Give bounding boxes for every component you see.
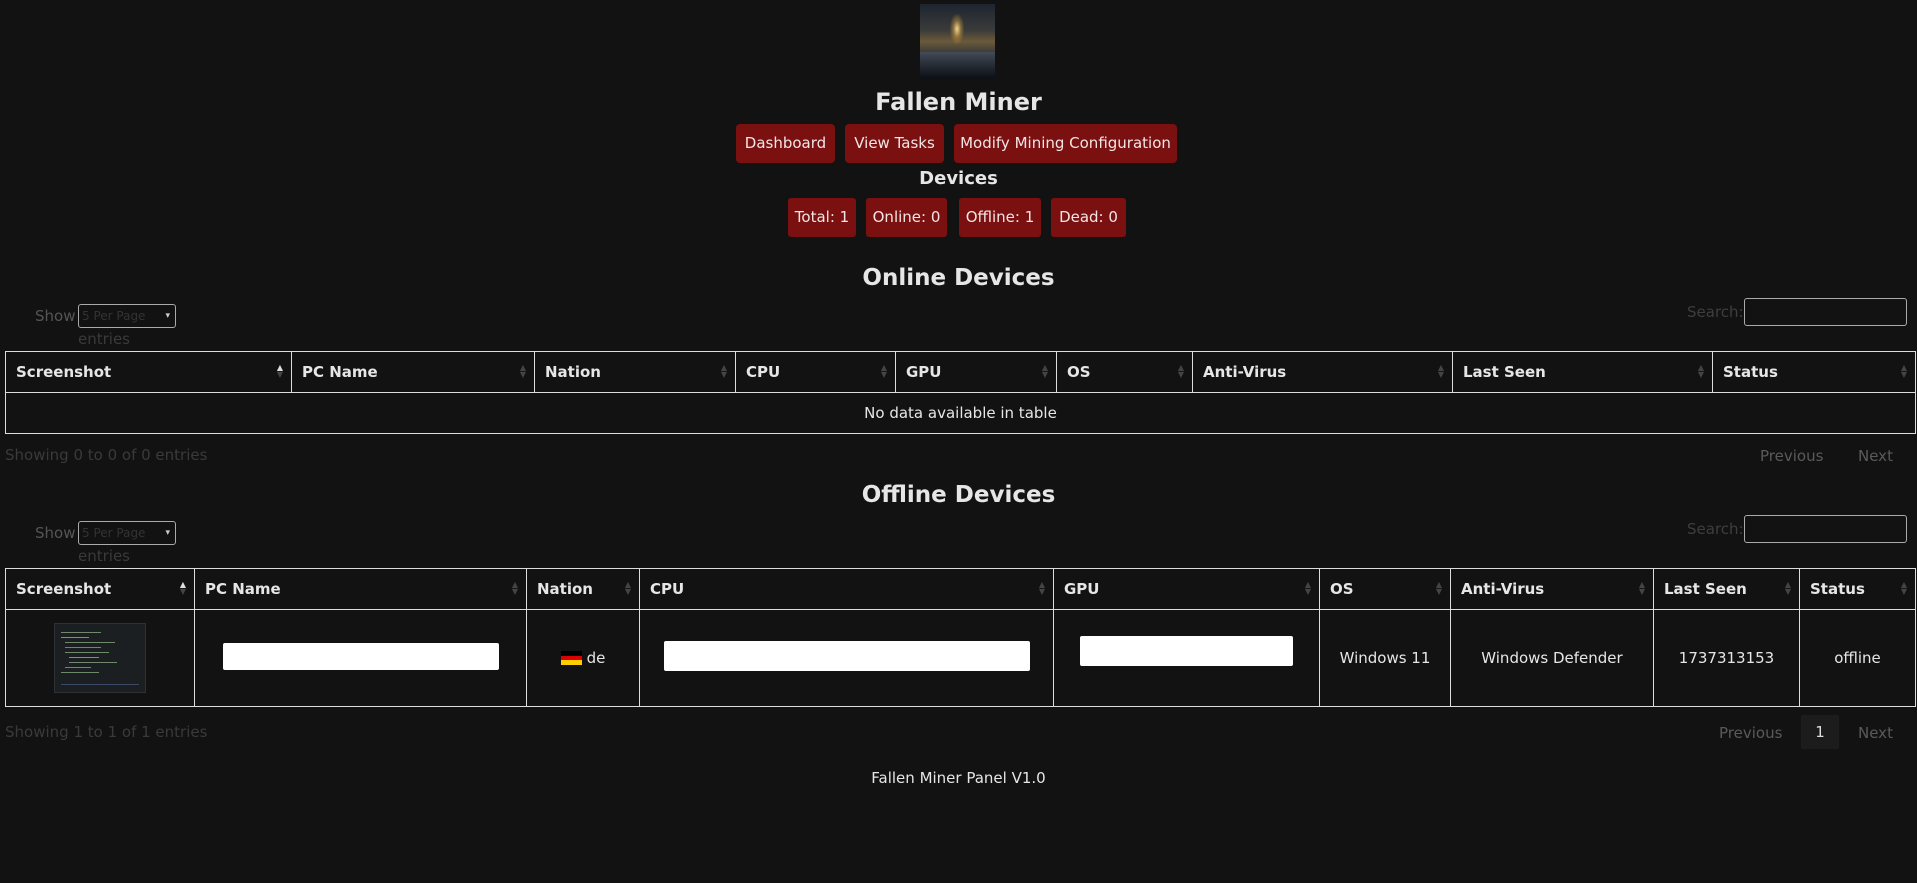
screenshot-thumbnail[interactable] xyxy=(54,623,146,693)
sort-icon: ▲ ▼ xyxy=(1437,363,1444,379)
offline-search-input[interactable] xyxy=(1744,515,1907,543)
devices-heading: Devices xyxy=(919,168,998,189)
online-search-input[interactable] xyxy=(1744,298,1907,326)
dashboard-button[interactable]: Dashboard xyxy=(736,124,835,163)
nation-cell: de xyxy=(526,609,640,707)
sort-icon: ▲ ▼ xyxy=(880,363,887,379)
search-label: Search: xyxy=(1687,303,1744,321)
page-1-button[interactable]: 1 xyxy=(1801,715,1839,749)
online-table-info: Showing 0 to 0 of 0 entries xyxy=(5,446,208,464)
online-devices-heading: Online Devices xyxy=(862,265,1055,291)
offline-next-button[interactable]: Next xyxy=(1858,724,1893,742)
table-row: No data available in table xyxy=(5,392,1916,434)
total-badge: Total: 1 xyxy=(788,198,856,237)
nation-code: de xyxy=(586,649,606,667)
chevron-down-icon: ▾ xyxy=(165,311,170,321)
per-page-value: 5 Per Page xyxy=(82,526,146,540)
app-title: Fallen Miner xyxy=(875,88,1042,116)
show-label: Show xyxy=(35,524,76,542)
online-previous-button[interactable]: Previous xyxy=(1760,447,1823,465)
anti-virus-cell: Windows Defender xyxy=(1450,609,1654,707)
sort-icon: ▲ ▼ xyxy=(511,580,518,596)
sort-icon: ▲ ▼ xyxy=(179,580,186,596)
online-badge: Online: 0 xyxy=(866,198,947,237)
per-page-value: 5 Per Page xyxy=(82,309,146,323)
column-header-nation[interactable]: Nation ▲ ▼ xyxy=(534,351,736,393)
modify-mining-config-button[interactable]: Modify Mining Configuration xyxy=(954,124,1177,163)
sort-icon: ▲ ▼ xyxy=(720,363,727,379)
sort-icon: ▲ ▼ xyxy=(1177,363,1184,379)
offline-previous-button[interactable]: Previous xyxy=(1719,724,1782,742)
germany-flag-icon xyxy=(560,651,582,665)
dead-badge: Dead: 0 xyxy=(1051,198,1126,237)
entries-label: entries xyxy=(78,330,130,348)
sort-icon: ▲ ▼ xyxy=(1038,580,1045,596)
last-seen-cell: 1737313153 xyxy=(1653,609,1800,707)
column-header-os[interactable]: OS ▲ ▼ xyxy=(1056,351,1193,393)
search-label: Search: xyxy=(1687,520,1744,538)
logo-image xyxy=(920,4,995,79)
online-devices-table: Screenshot ▲ ▼ PC Name ▲ ▼ Nation ▲ ▼ CPU ▲ ▼ GP… xyxy=(5,351,1916,434)
sort-icon: ▲ ▼ xyxy=(1304,580,1311,596)
entries-label: entries xyxy=(78,547,130,565)
sort-icon: ▲ ▼ xyxy=(519,363,526,379)
status-cell: offline xyxy=(1799,609,1916,707)
column-header-anti-virus[interactable]: Anti-Virus ▲ ▼ xyxy=(1450,568,1654,610)
gpu-cell xyxy=(1053,609,1320,707)
table-row: de Windows 11 Windows Defender 173731315… xyxy=(5,609,1916,707)
column-header-nation[interactable]: Nation ▲ ▼ xyxy=(526,568,640,610)
sort-icon: ▲ ▼ xyxy=(1784,580,1791,596)
redacted-cpu xyxy=(663,641,1030,671)
column-header-last-seen[interactable]: Last Seen ▲ ▼ xyxy=(1653,568,1800,610)
offline-per-page-select[interactable]: 5 Per Page ▾ xyxy=(78,521,176,545)
online-next-button[interactable]: Next xyxy=(1858,447,1893,465)
column-header-pc-name[interactable]: PC Name ▲ ▼ xyxy=(291,351,535,393)
sort-icon: ▲ ▼ xyxy=(1900,363,1907,379)
sort-icon: ▲ ▼ xyxy=(1638,580,1645,596)
column-header-status[interactable]: Status ▲ ▼ xyxy=(1712,351,1916,393)
footer-text: Fallen Miner Panel V1.0 xyxy=(871,769,1046,787)
column-header-screenshot[interactable]: Screenshot ▲ ▼ xyxy=(5,568,195,610)
online-per-page-select[interactable]: 5 Per Page ▾ xyxy=(78,304,176,328)
os-cell: Windows 11 xyxy=(1319,609,1451,707)
column-header-cpu[interactable]: CPU ▲ ▼ xyxy=(735,351,896,393)
column-header-last-seen[interactable]: Last Seen ▲ ▼ xyxy=(1452,351,1713,393)
cpu-cell xyxy=(639,609,1054,707)
show-label: Show xyxy=(35,307,76,325)
column-header-gpu[interactable]: GPU ▲ ▼ xyxy=(895,351,1057,393)
view-tasks-button[interactable]: View Tasks xyxy=(845,124,944,163)
sort-icon: ▲ ▼ xyxy=(1697,363,1704,379)
column-header-gpu[interactable]: GPU ▲ ▼ xyxy=(1053,568,1320,610)
column-header-status[interactable]: Status ▲ ▼ xyxy=(1799,568,1916,610)
column-header-anti-virus[interactable]: Anti-Virus ▲ ▼ xyxy=(1192,351,1453,393)
chevron-down-icon: ▾ xyxy=(165,528,170,538)
sort-icon: ▲ ▼ xyxy=(1435,580,1442,596)
offline-devices-table: Screenshot ▲ ▼ PC Name ▲ ▼ Nation ▲ ▼ CPU ▲ ▼ GP… xyxy=(5,568,1916,707)
sort-icon: ▲ ▼ xyxy=(1041,363,1048,379)
offline-table-info: Showing 1 to 1 of 1 entries xyxy=(5,723,208,741)
sort-icon: ▲ ▼ xyxy=(276,363,283,379)
offline-badge: Offline: 1 xyxy=(959,198,1041,237)
column-header-cpu[interactable]: CPU ▲ ▼ xyxy=(639,568,1054,610)
redacted-gpu xyxy=(1080,636,1293,666)
pc-name-cell xyxy=(194,609,527,707)
column-header-screenshot[interactable]: Screenshot ▲ ▼ xyxy=(5,351,292,393)
sort-icon: ▲ ▼ xyxy=(624,580,631,596)
column-header-os[interactable]: OS ▲ ▼ xyxy=(1319,568,1451,610)
column-header-pc-name[interactable]: PC Name ▲ ▼ xyxy=(194,568,527,610)
screenshot-cell xyxy=(5,609,195,707)
offline-devices-heading: Offline Devices xyxy=(861,482,1056,508)
redacted-pc-name xyxy=(222,642,499,670)
table-header-row: Screenshot ▲ ▼ PC Name ▲ ▼ Nation ▲ ▼ CPU ▲ ▼ GP… xyxy=(5,568,1916,610)
table-header-row: Screenshot ▲ ▼ PC Name ▲ ▼ Nation ▲ ▼ CPU ▲ ▼ GP… xyxy=(5,351,1916,393)
empty-table-message: No data available in table xyxy=(5,392,1916,434)
sort-icon: ▲ ▼ xyxy=(1900,580,1907,596)
